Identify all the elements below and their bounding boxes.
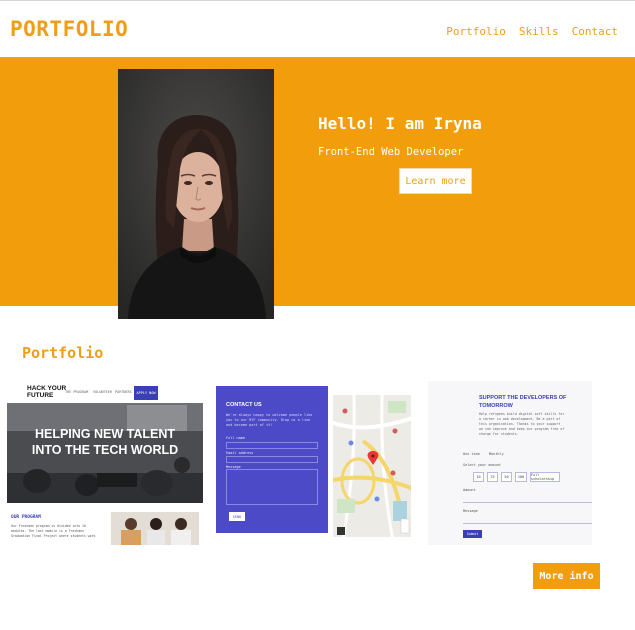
project-frequency-option: Monthly xyxy=(489,452,504,456)
project-logo: HACK YOUR FUTURE xyxy=(27,385,67,399)
project-field-underline xyxy=(463,502,592,503)
more-info-button[interactable]: More info xyxy=(533,563,600,589)
portrait-illustration xyxy=(118,69,274,319)
project-field-box xyxy=(226,469,318,505)
project-field-label: Email address xyxy=(226,451,254,455)
portfolio-section-title: Portfolio xyxy=(22,344,104,362)
project-form-title: CONTACT US xyxy=(226,402,262,408)
project-card-hyf-donate[interactable]: SUPPORT THE DEVELOPERS OF TOMORROW Help … xyxy=(428,381,592,545)
profile-photo xyxy=(118,69,274,319)
project-nav-item: PARTNERS xyxy=(115,390,132,394)
project-section-text: Our Freshmen program is divided into 10 … xyxy=(11,524,96,538)
map-illustration xyxy=(333,381,411,537)
project-submit-button: Submit xyxy=(463,530,482,538)
project-amount-option: 10 xyxy=(473,472,484,482)
nav-link-portfolio[interactable]: Portfolio xyxy=(446,25,506,38)
project-team-photo xyxy=(111,512,199,545)
project-message-field: Message xyxy=(463,509,478,513)
project-amount-option: 50 xyxy=(501,472,512,482)
project-form-text: We're always happy to welcome people lik… xyxy=(226,413,313,427)
project-nav-item: THE PROGRAM xyxy=(65,390,89,394)
project-send-button: SEND xyxy=(229,512,245,521)
project-field-box xyxy=(226,442,318,449)
project-card-hyf-homepage[interactable]: HACK YOUR FUTURE THE PROGRAM VOLUNTEER P… xyxy=(7,381,203,545)
project-donate-text: Help refugees build digital soft skills … xyxy=(479,412,565,436)
brand-logo[interactable]: PORTFOLIO xyxy=(10,17,128,41)
nav-link-contact[interactable]: Contact xyxy=(572,25,618,38)
project-card-hyf-contact[interactable]: CONTACT US We're always happy to welcome… xyxy=(214,381,411,545)
hero-title: Hello! I am Iryna xyxy=(318,114,482,133)
project-amount-option: 25 xyxy=(487,472,498,482)
project-section-title: OUR PROGRAM xyxy=(11,515,41,520)
project-amount-option: Full scholarship xyxy=(530,472,560,482)
project-field-underline xyxy=(463,523,592,524)
project-donate-title: SUPPORT THE DEVELOPERS OF TOMORROW xyxy=(479,395,567,409)
project-map xyxy=(333,381,411,537)
project-amount-option: 100 xyxy=(515,472,527,482)
project-field-label: Full name xyxy=(226,436,245,440)
site-header: PORTFOLIO Portfolio Skills Contact xyxy=(0,1,635,57)
learn-more-button[interactable]: Learn more xyxy=(399,168,472,194)
project-amount-field: Amount xyxy=(463,488,476,492)
project-apply-button: APPLY NOW xyxy=(134,386,158,400)
hero-subtitle: Front-End Web Developer xyxy=(318,146,464,158)
project-field-box xyxy=(226,456,318,463)
nav-link-skills[interactable]: Skills xyxy=(519,25,559,38)
project-frequency-option: One time xyxy=(463,452,480,456)
hero-banner xyxy=(0,57,635,306)
project-headline: HELPING NEW TALENT INTO THE TECH WORLD xyxy=(31,427,179,457)
project-amount-label: Select your amount xyxy=(463,463,501,467)
project-nav-item: VOLUNTEER xyxy=(93,390,112,394)
main-nav: Portfolio Skills Contact xyxy=(446,25,618,38)
